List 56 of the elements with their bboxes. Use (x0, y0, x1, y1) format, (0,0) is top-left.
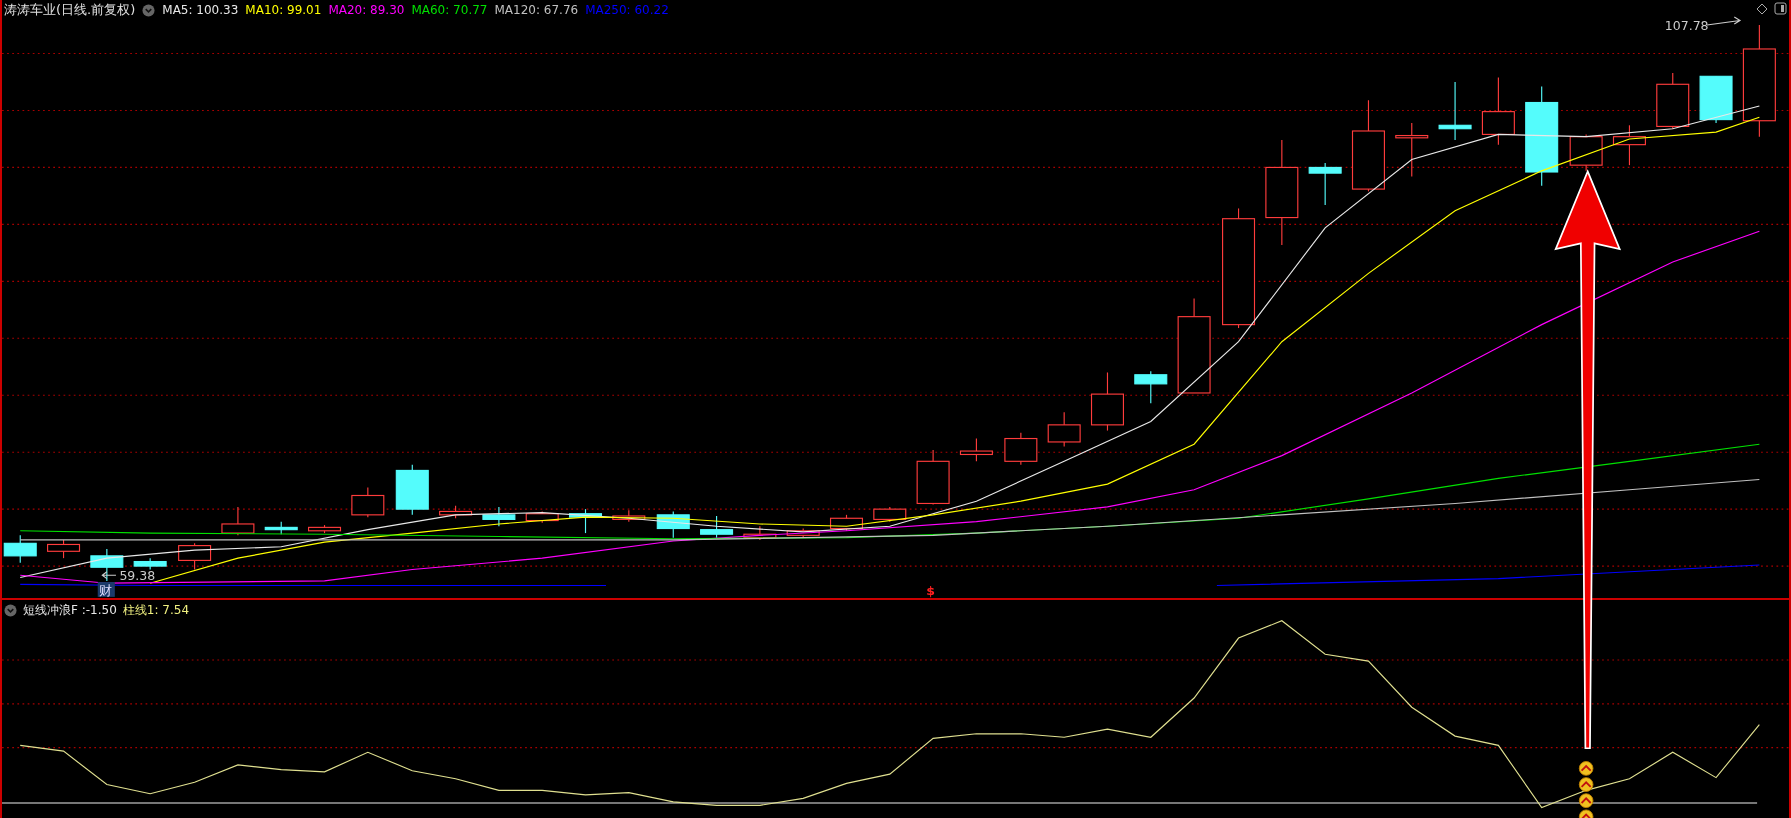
candlestick (1308, 162, 1342, 206)
candlestick (47, 539, 81, 559)
candlestick (1699, 75, 1733, 124)
candlestick (1481, 76, 1515, 146)
candlestick (1090, 371, 1124, 432)
candlestick (1612, 124, 1646, 166)
dividend-marker[interactable]: $ (926, 582, 935, 598)
candlestick (700, 515, 734, 539)
candlestick (1438, 81, 1472, 141)
candlestick (1395, 122, 1429, 178)
panel-toggle-icon[interactable] (1774, 2, 1787, 15)
finance-marker-background (97, 582, 115, 597)
chevron-down-icon[interactable] (142, 3, 156, 17)
candlestick (916, 449, 950, 506)
candlestick (873, 506, 907, 523)
candlestick (439, 505, 473, 519)
stock-title: 涛涛车业(日线.前复权) (4, 1, 136, 19)
candlestick (525, 510, 559, 524)
moving-average-value: MA10: 99.01 (245, 3, 322, 17)
candlestick (959, 437, 993, 462)
candlestick (308, 524, 342, 534)
diamond-icon[interactable] (1756, 2, 1768, 15)
pointer-arrow-icon (1706, 16, 1742, 26)
moving-average-value: MA20: 89.30 (328, 3, 405, 17)
candlestick (395, 464, 429, 516)
candlestick (133, 557, 167, 571)
candlestick (829, 514, 864, 532)
candlestick (743, 525, 777, 541)
moving-average-value: MA5: 100.33 (162, 3, 239, 17)
candlestick (1656, 72, 1690, 130)
indicator-name: 短线冲浪F :-1.50 (23, 602, 117, 619)
candlestick (656, 510, 690, 539)
moving-average-value: MA250: 60.22 (585, 3, 669, 17)
candlestick (786, 527, 820, 539)
candlestick (568, 508, 603, 534)
candlestick (1569, 133, 1603, 172)
signal-marker-icon (1578, 761, 1594, 776)
candlestick (612, 509, 646, 523)
candlestick (3, 534, 37, 564)
moving-average-value: MA60: 70.77 (411, 3, 488, 17)
signal-marker-icon (1578, 777, 1594, 792)
candlestick (1004, 432, 1038, 466)
candlestick (1134, 370, 1168, 404)
candlestick (482, 506, 516, 527)
pointer-arrow-icon (101, 571, 117, 580)
moving-average-value: MA120: 67.76 (494, 3, 579, 17)
candlestick (178, 542, 212, 571)
chevron-down-icon[interactable] (4, 604, 17, 617)
low-price-label: 59.38 (119, 567, 156, 583)
candlestick (264, 521, 298, 535)
indicator-readout: 柱线1: 7.54 (122, 602, 190, 619)
high-price-label: 107.78 (1664, 17, 1709, 33)
candlestick (351, 486, 385, 518)
candlestick (221, 506, 255, 536)
candlestick (1047, 411, 1081, 448)
finance-marker[interactable]: 财 (98, 582, 112, 598)
